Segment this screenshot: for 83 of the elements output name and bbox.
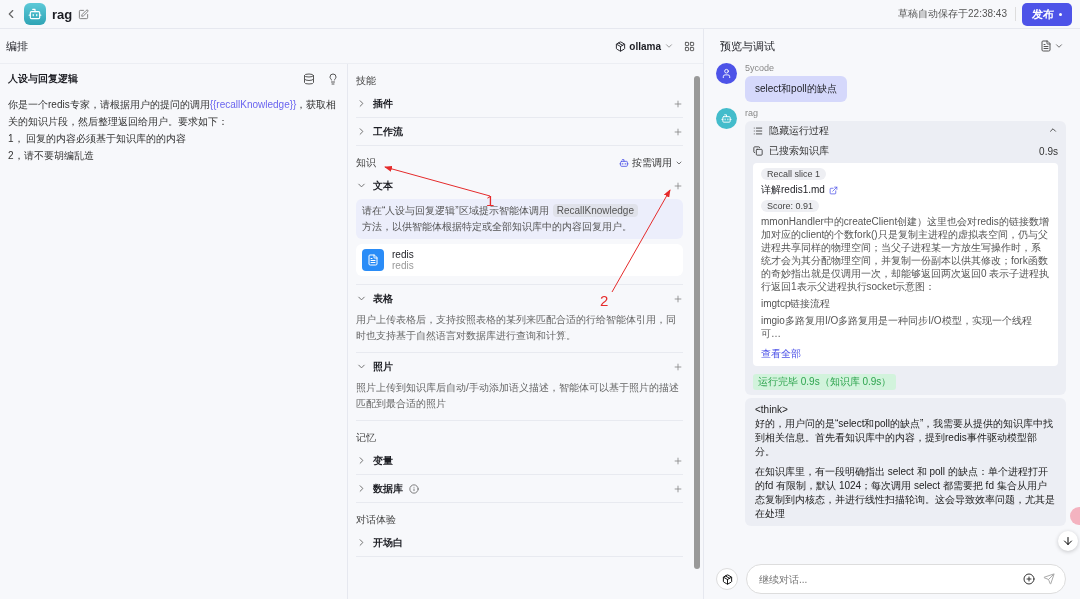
info-icon[interactable] [409, 483, 419, 494]
sender-name: 5ycode [745, 63, 775, 73]
knowledge-icon [753, 146, 763, 156]
add-button[interactable] [673, 126, 683, 137]
score-tag: Score: 0.91 [761, 200, 820, 212]
add-icon[interactable] [1023, 573, 1035, 585]
section-title: 技能 [356, 74, 376, 88]
section-title: 记忆 [356, 431, 376, 445]
panel-title: 预览与调试 [720, 38, 775, 54]
bot-avatar [716, 108, 737, 129]
section-item-label[interactable]: 工作流 [373, 124, 403, 139]
section-item-label[interactable]: 变量 [373, 453, 393, 468]
chevron-down-icon [664, 41, 674, 51]
prompt-text[interactable]: 你是一个redis专家，请根据用户的提问的调用{{recallKnowledge}}，获取相关的知识片段，然后整理返回给用户。要求如下： [8, 96, 339, 130]
document-icon[interactable] [1040, 40, 1052, 52]
chat-input[interactable]: 继续对话... [757, 572, 1015, 586]
run-status: 运行完毕 0.9s（知识库 0.9s） [753, 374, 897, 390]
section-title: 知识 [356, 156, 376, 170]
layout-icon[interactable] [684, 40, 695, 52]
box-icon [721, 573, 733, 585]
model-selector[interactable]: ollama [613, 38, 676, 54]
add-button[interactable] [673, 180, 683, 191]
scroll-down-button[interactable] [1058, 531, 1078, 551]
slice-text: imgtcp链接流程 [761, 297, 832, 310]
slice-text: imgio多路复用I/O多路复用是一种同步I/O模型，实现一个线程可… [761, 314, 1033, 340]
reply-text: 好的，用户问的是“select和poll的缺点”，我需要从提供的知识库中找到相关信息。首先看知识库中的内容，提到redis事件驱动模型部分。 [755, 417, 1055, 459]
toolbox-button[interactable] [716, 568, 738, 590]
chevron-up-icon [1048, 125, 1058, 135]
reply-text: <think> [755, 403, 789, 417]
section-item-label[interactable]: 表格 [373, 291, 393, 306]
mode-dropdown[interactable]: 按需调用 [619, 156, 683, 170]
lightbulb-icon[interactable] [327, 73, 339, 85]
section-item-label[interactable]: 数据库 [373, 481, 403, 496]
arrow-down-icon [1062, 535, 1074, 547]
open-link-icon[interactable] [828, 185, 838, 195]
add-button[interactable] [673, 98, 683, 109]
scrollbar[interactable] [694, 76, 700, 569]
prompt-line[interactable]: 1， 回复的内容必须基于知识库的的内容 [8, 130, 339, 147]
dataset-subtitle: redis [392, 260, 414, 271]
annotation-number: 2 [600, 292, 609, 309]
add-button[interactable] [673, 483, 683, 494]
dot-icon [1059, 12, 1062, 16]
section-title: 对话体验 [356, 513, 396, 527]
file-name: 详解redis1.md [761, 183, 825, 197]
section-item-label[interactable]: 开场白 [373, 535, 403, 550]
user-message: select和poll的缺点 [745, 76, 847, 102]
section-item-label[interactable]: 文本 [373, 178, 393, 193]
app-title: rag [52, 6, 73, 22]
reply-text: 在知识库里，有一段明确指出 select 和 poll 的缺点：单个进程打开的fd 有限制，默认 1024；每次调用 select 都需要把 fd 集合从用户态复制到内核态，并进行线性扫描轮询。这会导致效率问题，尤其是在处理 [755, 465, 1056, 521]
slice-tag: Recall slice 1 [761, 168, 827, 180]
database-icon[interactable] [303, 73, 315, 85]
input-bar[interactable]: 继续对话... [746, 564, 1066, 594]
list-icon [753, 126, 763, 136]
step-time: 0.9s [1039, 145, 1058, 157]
bot-logo-icon [24, 3, 46, 25]
sender-name: rag [745, 108, 758, 118]
annotation-number: 1 [486, 192, 495, 209]
prompt-line[interactable]: 2，请不要胡编乱造 [8, 147, 339, 164]
step-label: 已搜索知识库 [769, 144, 829, 158]
chevron-down-icon [675, 159, 683, 167]
add-button[interactable] [673, 361, 683, 372]
document-icon [362, 249, 384, 271]
bot-icon [619, 158, 629, 168]
edit-icon[interactable] [78, 8, 90, 20]
autosave-status: 草稿自动保存于22:38:43 [898, 7, 1016, 21]
model-icon [615, 40, 627, 52]
dataset-card[interactable]: redis redis [356, 244, 683, 276]
slice-text: mmonHandler中的createClient创建）这里也会对redis的链接数增加对应的client的个数fork()只是复制主进程的虚拟表空间，仍与父进程共享同样的物理空间；当父子进程某一方放生写操作时，系统才会为其分配物理空间，并复制一份副本以供其修改；fork函数的奇妙指出就是仅调用一次，却能够返回两次返回0 表示子进程执行返回1表示父进程执行socket示意图： [761, 215, 1050, 293]
user-avatar [716, 63, 737, 84]
section-description: 用户上传表格后，支持按照表格的某列来匹配合适的行给智能体引用，同时也支持基于自然语言对数据库进行查询和计算。 [356, 313, 677, 343]
section-description: 照片上传到知识库后自动/手动添加语义描述，智能体可以基于照片的描述匹配到最合适的照片 [356, 381, 680, 411]
prompt-title: 人设与回复逻辑 [8, 72, 78, 86]
panel-title: 编排 [6, 38, 28, 54]
add-button[interactable] [673, 293, 683, 304]
send-icon[interactable] [1043, 573, 1055, 585]
dataset-name: redis [392, 249, 414, 260]
add-button[interactable] [673, 455, 683, 466]
section-item-label[interactable]: 插件 [373, 96, 393, 111]
chevron-down-icon[interactable] [1054, 41, 1064, 51]
process-toggle[interactable]: 隐藏运行过程 [745, 121, 1066, 141]
section-item-label[interactable]: 照片 [373, 359, 393, 374]
publish-button[interactable]: 发布 [1022, 2, 1072, 26]
view-all-link[interactable]: 查看全部 [761, 347, 801, 361]
